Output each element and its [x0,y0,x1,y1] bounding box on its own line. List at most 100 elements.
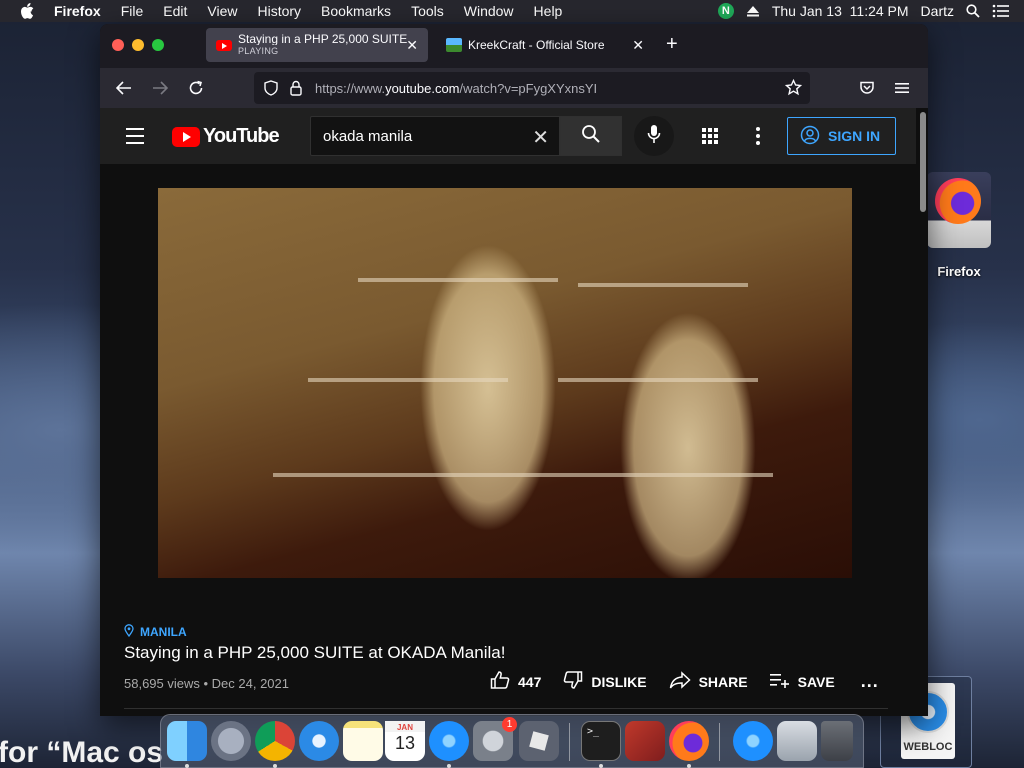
microphone-icon [647,124,661,149]
firefox-window: Staying in a PHP 25,000 SUITE PLAYING ✕ … [100,24,928,716]
apple-icon[interactable] [20,3,36,19]
search-input[interactable]: okada manila ✕ [310,116,560,156]
system-preferences-icon[interactable]: 1 [473,717,517,761]
voice-search-button[interactable] [634,116,674,156]
page-content: YouTube okada manila ✕ SIGN IN MANILA St… [100,108,916,716]
lock-icon[interactable] [290,80,302,101]
menubar-user[interactable]: Dartz [921,3,954,19]
sign-in-button[interactable]: SIGN IN [787,117,896,155]
wallpaper-text: for “Mac os [0,736,164,768]
photo-booth-icon[interactable] [625,721,665,761]
share-label: SHARE [698,673,748,690]
notes-icon[interactable] [343,721,383,761]
forward-button[interactable] [150,78,170,98]
menu-file[interactable]: File [121,3,144,19]
calendar-icon[interactable]: JAN 13 [385,721,425,761]
menu-edit[interactable]: Edit [163,3,187,19]
dock: JAN 13 1 >_ [160,714,864,768]
notification-badge: 1 [502,717,517,732]
tab-strip: Staying in a PHP 25,000 SUITE PLAYING ✕ … [100,24,928,68]
account-icon [800,125,820,148]
safari-icon[interactable] [299,721,339,761]
content-divider [124,708,888,709]
search-icon [581,124,601,149]
pocket-icon[interactable] [857,78,877,98]
tab-youtube[interactable]: Staying in a PHP 25,000 SUITE PLAYING ✕ [206,28,428,62]
app-store-icon[interactable] [429,721,469,761]
eject-icon[interactable] [746,5,760,17]
sign-in-label: SIGN IN [828,128,881,144]
back-button[interactable] [114,78,134,98]
menubar-datetime[interactable]: Thu Jan 13 11:24 PM [772,3,909,19]
settings-more-icon[interactable] [756,127,760,148]
close-window-button[interactable] [112,39,124,51]
tab-close-icon[interactable]: ✕ [406,37,418,54]
tab-title: Staying in a PHP 25,000 SUITE [238,33,408,45]
video-actions: 447 DISLIKE SHARE SAVE ... [490,670,901,693]
menu-history[interactable]: History [257,3,301,19]
firefox-drive-icon [927,172,991,248]
terminal-icon[interactable]: >_ [581,721,621,761]
share-button[interactable]: SHARE [669,671,748,692]
youtube-favicon-icon [216,39,232,51]
like-count: 447 [518,673,542,690]
menu-bookmarks[interactable]: Bookmarks [321,3,391,19]
kreekcraft-favicon-icon [446,38,462,52]
new-tab-button[interactable]: + [666,34,678,54]
location-pin-icon [124,624,134,640]
webloc-label: WEBLOC [903,741,953,753]
control-center-icon[interactable] [992,4,1010,18]
zoom-window-button[interactable] [152,39,164,51]
menu-window[interactable]: Window [464,3,514,19]
bookmark-star-icon[interactable] [784,78,803,101]
menu-app-name[interactable]: Firefox [54,3,101,19]
video-meta: 58,695 views • Dec 24, 2021 [124,676,289,691]
page-scrollbar[interactable] [920,112,926,212]
save-label: SAVE [797,673,835,690]
trash-icon[interactable] [821,721,853,761]
minimize-window-button[interactable] [132,39,144,51]
youtube-header: YouTube okada manila ✕ SIGN IN [100,108,916,164]
navigation-toolbar: https://www.youtube.com/watch?v=pFygXYxn… [100,68,928,108]
desktop-firefox-icon[interactable]: Firefox [926,172,992,279]
app-store-downloads-icon[interactable] [733,721,773,761]
youtube-logo-text: YouTube [203,125,280,147]
clear-search-icon[interactable]: ✕ [532,125,549,150]
video-location[interactable]: MANILA [124,624,187,640]
roblox-icon[interactable] [519,721,559,761]
dislike-label: DISLIKE [591,673,647,690]
youtube-logo[interactable]: YouTube [172,125,280,148]
chrome-icon[interactable] [255,721,295,761]
launchpad-icon[interactable] [211,721,251,761]
tab-playing-label: PLAYING [238,46,279,56]
save-button[interactable]: SAVE [769,672,835,691]
tracking-protection-icon[interactable] [264,80,278,101]
menu-help[interactable]: Help [534,3,563,19]
tab-close-icon[interactable]: ✕ [632,37,644,54]
url-text[interactable]: https://www.youtube.com/watch?v=pFygXYxn… [315,81,597,96]
guide-menu-icon[interactable] [126,128,144,149]
more-actions-icon: ... [860,671,879,691]
n-status-icon[interactable]: N [717,3,734,19]
preview-icon[interactable] [777,721,817,761]
spotlight-icon[interactable] [966,4,980,18]
apps-grid-icon[interactable] [702,128,718,144]
app-menu-icon[interactable] [892,78,912,98]
like-button[interactable]: 447 [490,670,541,693]
menu-view[interactable]: View [207,3,237,19]
menu-tools[interactable]: Tools [411,3,444,19]
thumbs-down-icon [563,670,583,693]
reload-button[interactable] [186,78,206,98]
video-player[interactable] [158,188,852,578]
finder-icon[interactable] [167,721,207,761]
search-button[interactable] [560,116,622,156]
search-query[interactable]: okada manila [323,128,412,145]
url-bar[interactable]: https://www.youtube.com/watch?v=pFygXYxn… [254,72,810,104]
share-icon [669,671,691,692]
tab-kreekcraft[interactable]: KreekCraft - Official Store ✕ [436,28,654,62]
desktop-icon-label: Firefox [937,264,981,279]
more-actions-button[interactable]: ... [861,671,879,692]
window-controls [112,39,164,51]
firefox-icon[interactable] [669,721,709,761]
dislike-button[interactable]: DISLIKE [563,670,647,693]
